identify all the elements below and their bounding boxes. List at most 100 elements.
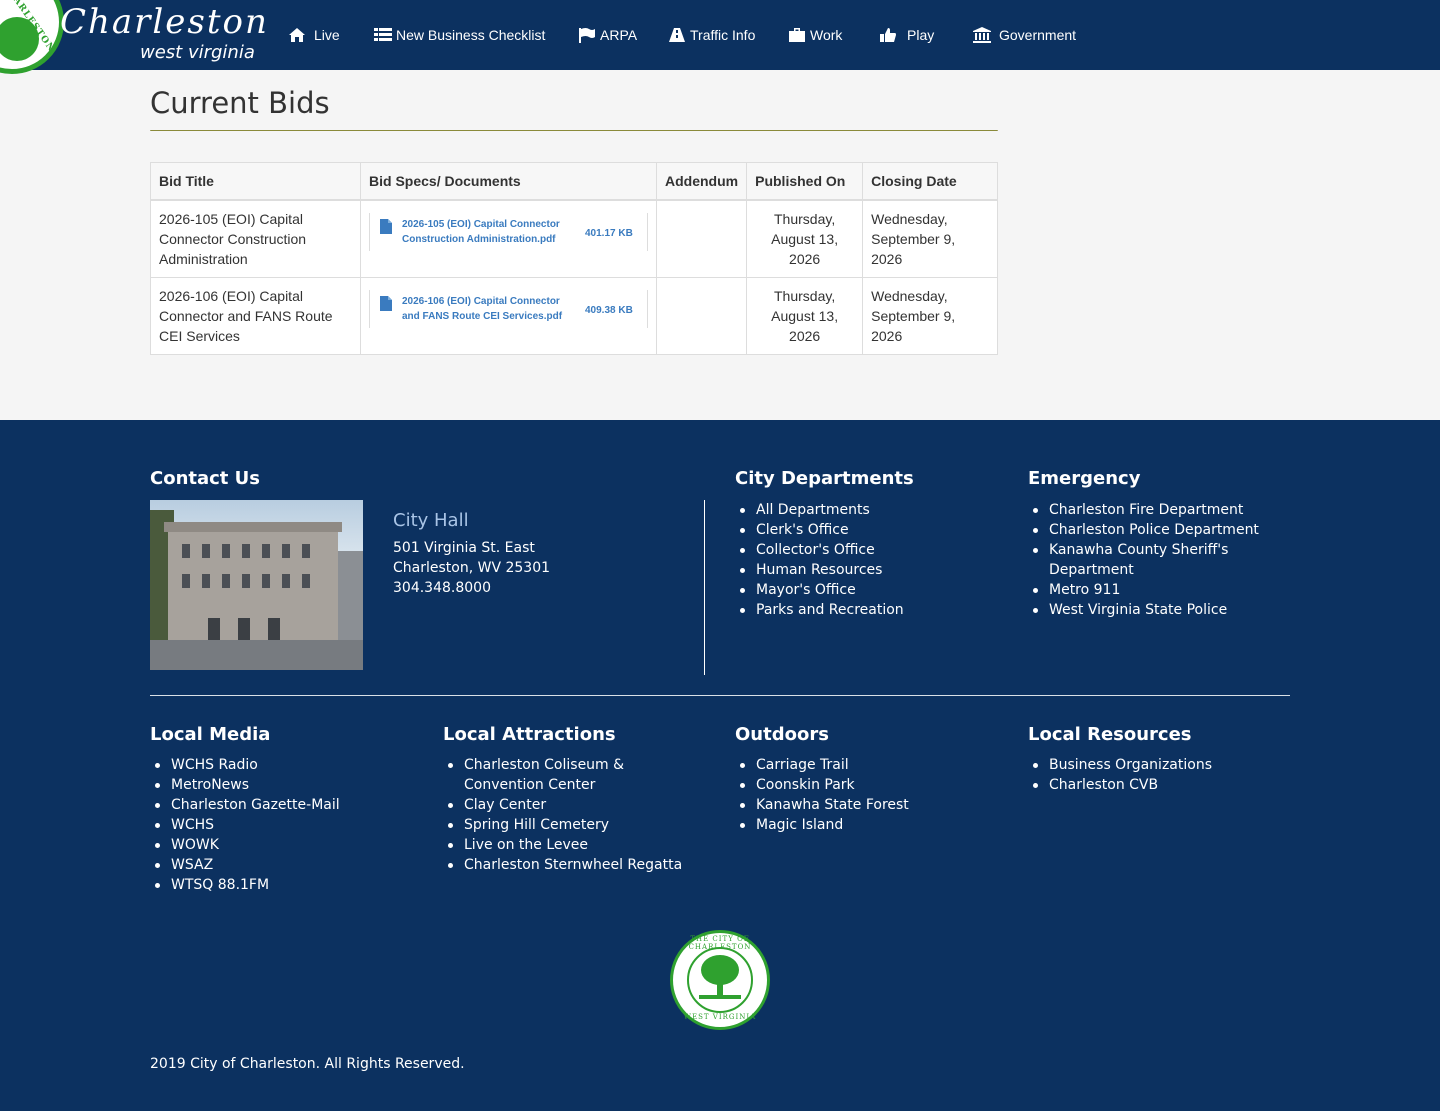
bid-addendum [655,199,748,278]
header-bid-title: Bid Title [150,162,361,201]
window [242,574,250,588]
city-hall-phone[interactable]: 304.348.8000 [393,580,491,596]
list-item[interactable]: Live on the Levee [443,835,703,855]
list-item[interactable]: Clerk's Office [735,520,995,540]
city-hall-building [164,522,342,640]
door [268,618,280,640]
window [222,574,230,588]
header-addendum: Addendum [655,162,748,201]
bid-published-on: Thursday, August 13, 2026 [746,277,864,355]
list-item[interactable]: Carriage Trail [735,755,995,775]
list-item[interactable]: Business Organizations [1028,755,1288,775]
site-logo[interactable]: CHARLESTON Charleston west virginia [0,0,267,74]
window [242,544,250,558]
site-footer: Contact Us City Hall 501 Virginia St. Ea… [0,420,1440,1111]
building-roof [164,522,342,532]
nav-arpa[interactable]: ARPA [578,24,637,46]
nav-live-label: Live [314,27,340,43]
nav-live[interactable]: Live [288,24,340,46]
nav-new-business-checklist[interactable]: New Business Checklist [374,24,545,46]
nav-traffic-info[interactable]: Traffic Info [668,24,755,46]
list-item[interactable]: West Virginia State Police [1028,600,1273,620]
table-row: 2026-106 (EOI) Capital Connector and FAN… [150,277,998,355]
window [262,544,270,558]
nav-government-label: Government [999,27,1077,43]
door [238,618,250,640]
city-hall-address-2: Charleston, WV 25301 [393,560,551,576]
window [202,574,210,588]
file-icon [380,219,392,234]
list-item[interactable]: MetroNews [150,775,410,795]
nav-government[interactable]: Government [971,24,1076,46]
document-item: 2026-105 (EOI) Capital Connector Constru… [369,213,648,251]
local-attractions-list: Charleston Coliseum & Convention Center … [443,755,703,875]
list-item[interactable]: Charleston Police Department [1028,520,1273,540]
local-resources-list: Business Organizations Charleston CVB [1028,755,1288,795]
window [202,544,210,558]
header-published-on: Published On [746,162,864,201]
local-resources-heading: Local Resources [1028,724,1192,745]
list-item[interactable]: WOWK [150,835,410,855]
local-attractions-heading: Local Attractions [443,724,616,745]
window [302,574,310,588]
list-item[interactable]: Charleston Gazette-Mail [150,795,410,815]
list-item[interactable]: Charleston Sternwheel Regatta [443,855,703,875]
list-item[interactable]: WTSQ 88.1FM [150,875,410,895]
nav-work[interactable]: Work [788,24,842,46]
copyright-text: 2019 City of Charleston. All Rights Rese… [150,1056,465,1072]
list-item[interactable]: Charleston Fire Department [1028,500,1273,520]
logo-subtitle: west virginia [140,42,255,63]
city-hall-address-1: 501 Virginia St. East [393,540,535,556]
document-link[interactable]: 2026-105 (EOI) Capital Connector Constru… [402,217,577,247]
list-item[interactable]: Magic Island [735,815,995,835]
list-item[interactable]: Parks and Recreation [735,600,995,620]
bid-title: 2026-105 (EOI) Capital Connector Constru… [150,199,361,278]
bids-table: Bid Title Bid Specs/ Documents Addendum … [150,162,998,355]
list-item[interactable]: Kanawha County Sheriff's Department [1028,540,1273,580]
city-hall-title: City Hall [393,510,469,531]
city-departments-list: All Departments Clerk's Office Collector… [735,500,995,620]
list-item[interactable]: All Departments [735,500,995,520]
list-item[interactable]: Coonskin Park [735,775,995,795]
document-size: 401.17 KB [585,228,633,239]
window [282,544,290,558]
photo-street [150,640,363,670]
document-item: 2026-106 (EOI) Capital Connector and FAN… [369,290,648,328]
seal-bottom-text: WEST VIRGINIA [683,1013,757,1021]
contact-heading: Contact Us [150,468,261,489]
list-item[interactable]: Human Resources [735,560,995,580]
list-item[interactable]: Metro 911 [1028,580,1273,600]
list-item[interactable]: WSAZ [150,855,410,875]
bid-title: 2026-106 (EOI) Capital Connector and FAN… [150,277,361,355]
local-media-list: WCHS Radio MetroNews Charleston Gazette-… [150,755,410,895]
list-item[interactable]: WCHS [150,815,410,835]
document-link[interactable]: 2026-106 (EOI) Capital Connector and FAN… [402,294,577,324]
city-seal-icon: THE CITY OF CHARLESTON WEST VIRGINIA [670,930,770,1030]
door [208,618,220,640]
list-item[interactable]: Clay Center [443,795,703,815]
nav-arpa-label: ARPA [600,27,638,43]
list-item[interactable]: Charleston Coliseum & Convention Center [443,755,703,795]
nav-play[interactable]: Play [879,24,934,46]
list-item[interactable]: Collector's Office [735,540,995,560]
list-item[interactable]: Kanawha State Forest [735,795,995,815]
bid-published-on: Thursday, August 13, 2026 [746,199,864,278]
vertical-divider [704,500,705,675]
nav-play-label: Play [907,27,935,43]
list-item[interactable]: WCHS Radio [150,755,410,775]
bid-closing-date: Wednesday, September 9, 2026 [862,277,998,355]
header-bid-specs: Bid Specs/ Documents [360,162,657,201]
file-icon [380,296,392,311]
emergency-heading: Emergency [1028,468,1141,489]
road-icon [669,28,685,42]
list-item[interactable]: Mayor's Office [735,580,995,600]
list-item[interactable]: Charleston CVB [1028,775,1288,795]
bid-docs-cell: 2026-105 (EOI) Capital Connector Constru… [360,199,657,278]
home-icon [289,28,305,42]
table-row: 2026-105 (EOI) Capital Connector Constru… [150,199,998,278]
nav-work-label: Work [810,27,843,43]
window [182,574,190,588]
list-icon [374,28,392,41]
list-item[interactable]: Spring Hill Cemetery [443,815,703,835]
window [262,574,270,588]
